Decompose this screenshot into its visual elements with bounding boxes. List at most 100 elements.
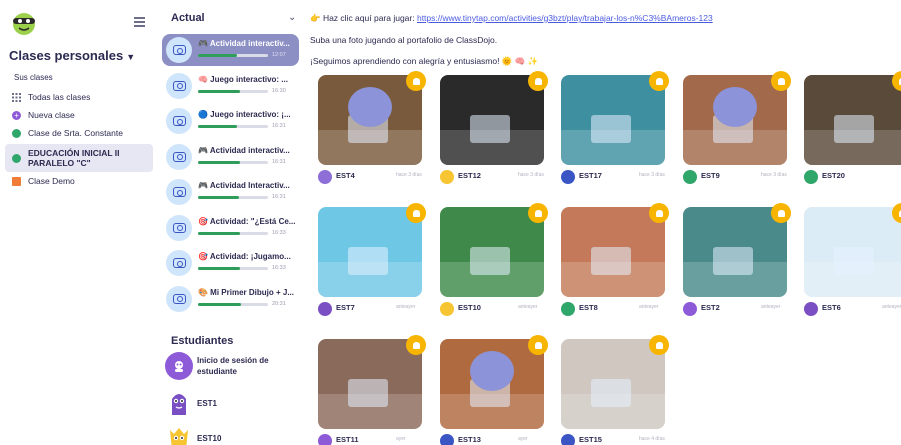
photo-card[interactable]: EST6 anteayer xyxy=(804,203,901,319)
post-time: anteayer xyxy=(518,304,538,310)
menu-icon[interactable] xyxy=(134,17,145,27)
photo-card[interactable]: EST13 ayer xyxy=(440,335,548,445)
sidebar-item-new-class[interactable]: + Nueva clase xyxy=(5,106,153,124)
card-meta: EST2 anteayer xyxy=(683,301,787,319)
card-meta: EST9 hace 3 días xyxy=(683,169,787,187)
student-row-est10[interactable]: EST10 xyxy=(165,424,295,445)
story-progress-bar xyxy=(198,267,268,270)
student-login-icon xyxy=(165,352,193,380)
post-prefix: 👉 Haz clic aquí para jugar: xyxy=(310,13,417,23)
post-time: ayer xyxy=(396,436,406,442)
student-photo[interactable] xyxy=(561,207,665,297)
photo-card[interactable]: EST11 ayer xyxy=(318,335,426,445)
story-item[interactable]: 🎮 Actividad interactiv... 16:31 xyxy=(162,141,299,173)
student-photo[interactable] xyxy=(561,75,665,165)
monster-avatar-icon xyxy=(165,424,193,445)
photo-card[interactable]: EST8 anteayer xyxy=(561,203,669,319)
student-photo[interactable] xyxy=(440,207,544,297)
story-time: 16:31 xyxy=(272,158,286,165)
student-photo[interactable] xyxy=(440,75,544,165)
bell-icon[interactable] xyxy=(406,203,426,223)
student-name: EST7 xyxy=(336,303,355,312)
story-item[interactable]: 🎯 Actividad: "¿Está Ce... 16:33 xyxy=(162,212,299,244)
card-meta: EST13 ayer xyxy=(440,433,544,445)
post-time: anteayer xyxy=(761,304,781,310)
photo-card[interactable]: EST10 anteayer xyxy=(440,203,548,319)
bell-icon[interactable] xyxy=(528,71,548,91)
student-photo[interactable] xyxy=(683,75,787,165)
classdojo-app: Clases personales ▼ Sus clases Todas las … xyxy=(0,0,901,445)
student-photo[interactable] xyxy=(561,339,665,429)
sidebar-item-class-demo[interactable]: Clase Demo xyxy=(5,172,153,190)
student-photo[interactable] xyxy=(804,75,901,165)
story-title: 🧠 Juego interactivo: ... xyxy=(198,74,288,84)
student-photo[interactable] xyxy=(440,339,544,429)
story-item[interactable]: 🎮 Actividad Interactiv... 16:31 xyxy=(162,176,299,208)
bell-icon[interactable] xyxy=(406,335,426,355)
card-meta: EST15 hace 4 días xyxy=(561,433,665,445)
story-item[interactable]: 🔵 Juego interactivo: ¡... 16:31 xyxy=(162,105,299,137)
student-photo[interactable] xyxy=(683,207,787,297)
student-avatar-icon xyxy=(440,170,454,184)
card-meta: EST6 anteayer xyxy=(804,301,901,319)
photo-card[interactable]: EST17 hace 3 días xyxy=(561,71,669,187)
post-time: hace 3 días xyxy=(396,172,422,178)
photo-card[interactable]: EST7 anteayer xyxy=(318,203,426,319)
story-item[interactable]: 🧠 Juego interactivo: ... 16:30 xyxy=(162,70,299,102)
story-time: 16:33 xyxy=(272,229,286,236)
student-avatar-icon xyxy=(318,302,332,316)
chevron-down-icon[interactable]: ⌄ xyxy=(288,12,296,23)
student-login-button[interactable]: Inicio de sesión de estudiante xyxy=(165,352,295,380)
student-avatar-icon xyxy=(318,170,332,184)
student-row-est1[interactable]: EST1 xyxy=(165,389,295,417)
classes-dropdown[interactable]: Clases personales ▼ xyxy=(9,48,135,63)
sidebar-item-educacion-inicial[interactable]: EDUCACIÓN INICIAL II PARALELO "C" xyxy=(5,144,153,172)
card-meta: EST17 hace 3 días xyxy=(561,169,665,187)
bell-icon[interactable] xyxy=(528,203,548,223)
student-photo[interactable] xyxy=(318,339,422,429)
student-name: EST11 xyxy=(336,435,359,444)
photo-card[interactable]: EST4 hace 3 días xyxy=(318,71,426,187)
post-time: hace 3 días xyxy=(639,172,665,178)
photo-card[interactable]: EST12 hace 3 días xyxy=(440,71,548,187)
story-item[interactable]: 🎨 Mi Primer Dibujo + J... 20:31 xyxy=(162,283,299,315)
photo-card[interactable]: EST20 xyxy=(804,71,901,187)
grid-icon xyxy=(12,92,21,102)
card-meta: EST10 anteayer xyxy=(440,301,544,319)
story-progress-bar xyxy=(198,196,268,199)
story-time: 16:31 xyxy=(272,123,286,129)
photo-card[interactable]: EST2 anteayer xyxy=(683,203,791,319)
student-photo[interactable] xyxy=(804,207,901,297)
camera-icon xyxy=(166,250,192,276)
photo-card[interactable]: EST9 hace 3 días xyxy=(683,71,791,187)
sidebar-item-label: Clase de Srta. Constante xyxy=(28,128,123,138)
story-item[interactable]: 🎮 Actividad interactiv... 12:07 xyxy=(162,34,299,66)
student-avatar-icon xyxy=(561,170,575,184)
activity-link[interactable]: https://www.tinytap.com/activities/g3bzt… xyxy=(417,13,713,23)
camera-icon xyxy=(166,37,192,63)
bell-icon[interactable] xyxy=(649,203,669,223)
bell-icon[interactable] xyxy=(649,335,669,355)
story-item[interactable]: 🎯 Actividad: ¡Jugamo... 16:33 xyxy=(162,247,299,279)
story-progress-bar xyxy=(198,302,268,306)
story-title: 🎮 Actividad interactiv... xyxy=(198,145,290,155)
camera-icon xyxy=(166,108,192,134)
classes-title: Clases personales xyxy=(9,48,124,63)
sidebar-item-label: Nueva clase xyxy=(28,110,75,120)
photo-card[interactable]: EST15 hace 4 días xyxy=(561,335,669,445)
student-name: EST1 xyxy=(197,398,218,408)
classdojo-logo-icon[interactable] xyxy=(10,10,38,36)
story-title: 🎯 Actividad: "¿Está Ce... xyxy=(198,216,296,226)
sidebar-item-class-constante[interactable]: Clase de Srta. Constante xyxy=(5,124,153,142)
bell-icon[interactable] xyxy=(771,71,791,91)
student-photo[interactable] xyxy=(318,207,422,297)
story-progress-bar xyxy=(198,160,268,164)
student-name: EST15 xyxy=(579,435,602,444)
bell-icon[interactable] xyxy=(771,203,791,223)
student-photo[interactable] xyxy=(318,75,422,165)
bell-icon[interactable] xyxy=(649,71,669,91)
bell-icon[interactable] xyxy=(406,71,426,91)
students-header: Estudiantes xyxy=(171,335,234,347)
sidebar-item-all-classes[interactable]: Todas las clases xyxy=(5,88,153,106)
bell-icon[interactable] xyxy=(528,335,548,355)
